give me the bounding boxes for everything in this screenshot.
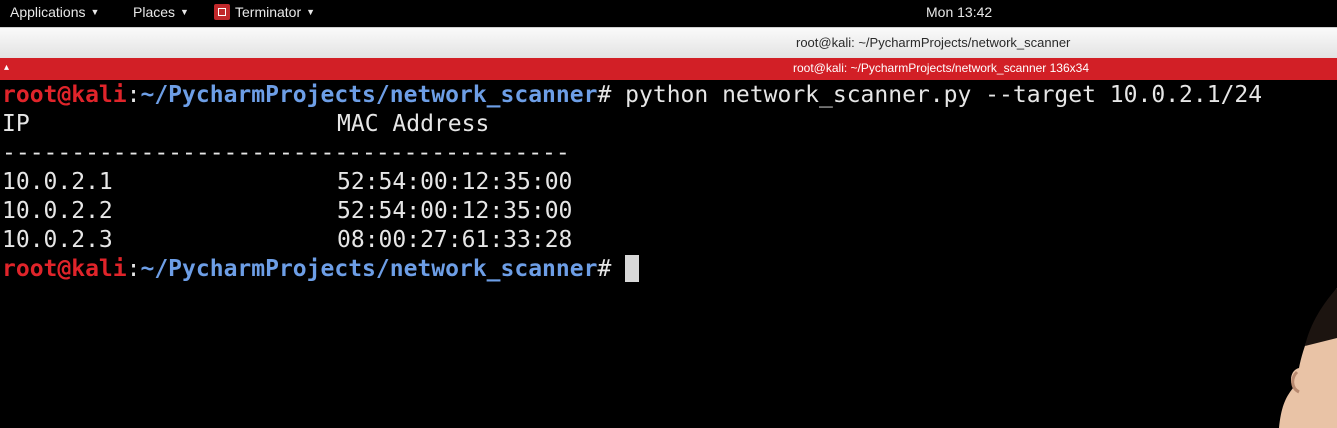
applications-menu[interactable]: Applications ▼ bbox=[10, 4, 99, 20]
places-menu[interactable]: Places ▼ bbox=[133, 4, 189, 20]
table-row: 10.0.2.1 52:54:00:12:35:00 bbox=[2, 168, 1302, 197]
prompt-line: root@kali:~/PycharmProjects/network_scan… bbox=[2, 255, 640, 284]
chevron-down-icon: ▼ bbox=[180, 7, 189, 17]
applications-label: Applications bbox=[10, 4, 86, 20]
chevron-down-icon: ▼ bbox=[306, 7, 316, 17]
window-title: root@kali: ~/PycharmProjects/network_sca… bbox=[796, 35, 1071, 50]
clock[interactable]: Mon 13:42 bbox=[926, 4, 992, 20]
row-ip: 10.0.2.2 bbox=[2, 198, 113, 224]
terminator-label: Terminator bbox=[235, 4, 302, 20]
table-row: 10.0.2.2 52:54:00:12:35:00 bbox=[2, 197, 1302, 226]
header-mac: MAC Address bbox=[337, 111, 490, 137]
top-panel: Applications ▼ Places ▼ Terminator ▼ Mon… bbox=[0, 0, 1337, 27]
places-label: Places bbox=[133, 4, 176, 20]
prompt-user: root@kali bbox=[2, 256, 127, 282]
row-mac: 52:54:00:12:35:00 bbox=[337, 169, 573, 195]
separator-line: ----------------------------------------… bbox=[2, 140, 570, 166]
table-row: 10.0.2.3 08:00:27:61:33:28 bbox=[2, 226, 1302, 255]
terminal-output[interactable]: root@kali:~/PycharmProjects/network_scan… bbox=[0, 80, 1337, 428]
terminal-header-title: root@kali: ~/PycharmProjects/network_sca… bbox=[793, 61, 1089, 75]
row-mac: 52:54:00:12:35:00 bbox=[337, 198, 573, 224]
row-ip: 10.0.2.3 bbox=[2, 227, 113, 253]
row-mac: 08:00:27:61:33:28 bbox=[337, 227, 573, 253]
table-header: IP MAC Address bbox=[2, 110, 1302, 139]
command-text: python network_scanner.py --target 10.0.… bbox=[625, 82, 1263, 108]
terminator-menu[interactable]: Terminator ▼ bbox=[214, 4, 315, 20]
terminal-header[interactable]: ▴ root@kali: ~/PycharmProjects/network_s… bbox=[0, 58, 1337, 80]
command-line: root@kali:~/PycharmProjects/network_scan… bbox=[2, 82, 1263, 108]
row-ip: 10.0.2.1 bbox=[2, 169, 113, 195]
chevron-down-icon: ▼ bbox=[90, 7, 100, 17]
prompt-user: root@kali bbox=[2, 82, 127, 108]
prompt-path: ~/PycharmProjects/network_scanner bbox=[140, 256, 598, 282]
prompt-path: ~/PycharmProjects/network_scanner bbox=[140, 82, 598, 108]
terminal-group-icon[interactable]: ▴ bbox=[4, 63, 14, 73]
presenter-video-overlay bbox=[1279, 288, 1337, 428]
terminator-app-icon bbox=[214, 4, 230, 20]
terminal-cursor bbox=[625, 255, 640, 282]
window-titlebar[interactable]: root@kali: ~/PycharmProjects/network_sca… bbox=[0, 27, 1337, 58]
header-ip: IP bbox=[2, 111, 30, 137]
